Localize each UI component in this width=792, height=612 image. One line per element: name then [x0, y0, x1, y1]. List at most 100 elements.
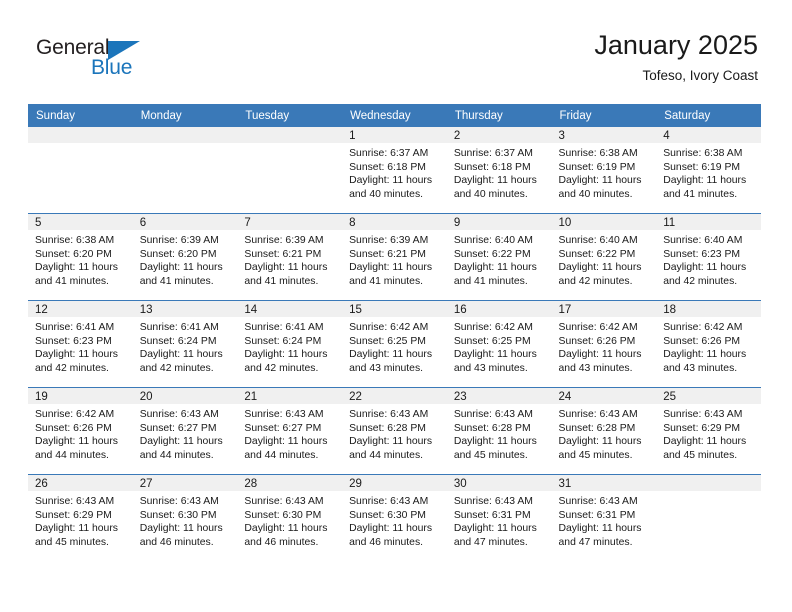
- calendar-day-cell[interactable]: 20 Sunrise: 6:43 AM Sunset: 6:27 PM Dayligh…: [132, 387, 238, 475]
- sunset-text: Sunset: 6:20 PM: [139, 248, 217, 260]
- daylight-text-line2: and 46 minutes.: [139, 536, 214, 548]
- sunset-text: Sunset: 6:28 PM: [453, 422, 531, 434]
- sunset-text: Sunset: 6:19 PM: [663, 161, 741, 173]
- day-number: 27: [132, 475, 238, 491]
- sunrise-text: Sunrise: 6:43 AM: [35, 496, 115, 507]
- sunset-text: Sunset: 6:31 PM: [558, 509, 636, 521]
- calendar-day-cell[interactable]: 30 Sunrise: 6:43 AM Sunset: 6:31 PM Dayligh…: [446, 474, 552, 561]
- daylight-text-line2: and 42 minutes.: [139, 362, 214, 374]
- daylight-text-line1: Daylight: 11 hours: [663, 262, 747, 274]
- sunrise-text: Sunrise: 6:43 AM: [558, 496, 638, 507]
- calendar-day-cell[interactable]: 26 Sunrise: 6:43 AM Sunset: 6:29 PM Dayligh…: [28, 474, 133, 561]
- sunrise-text: Sunrise: 6:42 AM: [663, 322, 743, 333]
- day-number: 21: [237, 388, 343, 404]
- day-details: Sunrise: 6:38 AM Sunset: 6:19 PM Daylight:…: [552, 143, 657, 201]
- calendar-day-cell[interactable]: 9 Sunrise: 6:40 AM Sunset: 6:22 PM Daylight…: [446, 213, 552, 301]
- sunset-text: Sunset: 6:30 PM: [139, 509, 217, 521]
- calendar-day-cell[interactable]: 2 Sunrise: 6:37 AM Sunset: 6:18 PM Daylight…: [446, 127, 552, 214]
- calendar-day-cell[interactable]: 4 Sunrise: 6:38 AM Sunset: 6:19 PM Daylight…: [656, 127, 761, 214]
- calendar-day-cell[interactable]: 16 Sunrise: 6:42 AM Sunset: 6:25 PM Dayligh…: [446, 300, 552, 388]
- calendar-day-cell[interactable]: 27 Sunrise: 6:43 AM Sunset: 6:30 PM Dayligh…: [132, 474, 238, 561]
- calendar-day-cell[interactable]: 31 Sunrise: 6:43 AM Sunset: 6:31 PM Dayligh…: [551, 474, 657, 561]
- day-details: Sunrise: 6:43 AM Sunset: 6:27 PM Daylight:…: [237, 404, 342, 462]
- day-number: 23: [446, 388, 552, 404]
- day-details: Sunrise: 6:43 AM Sunset: 6:29 PM Daylight:…: [28, 491, 133, 549]
- calendar-day-cell[interactable]: 1 Sunrise: 6:37 AM Sunset: 6:18 PM Daylight…: [342, 127, 447, 214]
- daylight-text-line2: and 41 minutes.: [139, 275, 214, 287]
- sunrise-text: Sunrise: 6:42 AM: [453, 322, 533, 333]
- sunrise-text: Sunrise: 6:43 AM: [349, 409, 429, 420]
- daylight-text-line1: Daylight: 11 hours: [349, 523, 433, 535]
- day-number: 6: [132, 214, 238, 230]
- sunrise-text: Sunrise: 6:39 AM: [244, 235, 324, 246]
- calendar-day-cell[interactable]: 13 Sunrise: 6:41 AM Sunset: 6:24 PM Dayligh…: [132, 300, 238, 388]
- calendar-day-cell[interactable]: 10 Sunrise: 6:40 AM Sunset: 6:22 PM Dayligh…: [551, 213, 657, 301]
- daylight-text-line2: and 42 minutes.: [35, 362, 109, 374]
- daylight-text-line2: and 41 minutes.: [244, 275, 319, 287]
- calendar-day-cell[interactable]: 7 Sunrise: 6:39 AM Sunset: 6:21 PM Daylight…: [237, 213, 343, 301]
- daylight-text-line1: Daylight: 11 hours: [139, 262, 223, 274]
- calendar-day-cell[interactable]: 17 Sunrise: 6:42 AM Sunset: 6:26 PM Dayligh…: [551, 300, 657, 388]
- day-number: 1: [342, 127, 447, 143]
- calendar-day-cell[interactable]: 3 Sunrise: 6:38 AM Sunset: 6:19 PM Daylight…: [551, 127, 657, 214]
- calendar-day-cell[interactable]: 11 Sunrise: 6:40 AM Sunset: 6:23 PM Dayligh…: [656, 213, 761, 301]
- sunrise-text: Sunrise: 6:41 AM: [35, 322, 115, 333]
- sunset-text: Sunset: 6:30 PM: [349, 509, 426, 521]
- day-number: 14: [237, 301, 343, 317]
- sunset-text: Sunset: 6:24 PM: [139, 335, 217, 347]
- sunset-text: Sunset: 6:26 PM: [35, 422, 112, 434]
- calendar-day-cell[interactable]: 18 Sunrise: 6:42 AM Sunset: 6:26 PM Dayligh…: [656, 300, 761, 388]
- daylight-text-line1: Daylight: 11 hours: [349, 436, 433, 448]
- calendar-week-row: 12 Sunrise: 6:41 AM Sunset: 6:23 PM Dayligh…: [28, 300, 761, 388]
- calendar-body: 1 Sunrise: 6:37 AM Sunset: 6:18 PM Daylight…: [28, 127, 761, 561]
- daylight-text-line2: and 41 minutes.: [453, 275, 528, 287]
- calendar-day-cell[interactable]: 8 Sunrise: 6:39 AM Sunset: 6:21 PM Daylight…: [342, 213, 447, 301]
- sunrise-text: Sunrise: 6:43 AM: [139, 496, 219, 507]
- sunrise-text: Sunrise: 6:37 AM: [453, 148, 533, 159]
- daylight-text-line1: Daylight: 11 hours: [453, 175, 537, 187]
- day-number: 4: [656, 127, 761, 143]
- day-details: Sunrise: 6:38 AM Sunset: 6:19 PM Daylight:…: [656, 143, 761, 201]
- calendar-day-cell-empty: [237, 127, 343, 214]
- calendar-day-cell[interactable]: 25 Sunrise: 6:43 AM Sunset: 6:29 PM Dayligh…: [656, 387, 761, 475]
- day-number: 26: [28, 475, 133, 491]
- weekday-header-saturday: Saturday: [656, 104, 761, 127]
- day-number: 17: [551, 301, 657, 317]
- weekday-header-friday: Friday: [551, 104, 657, 127]
- calendar-day-cell[interactable]: 5 Sunrise: 6:38 AM Sunset: 6:20 PM Daylight…: [28, 213, 133, 301]
- sunrise-text: Sunrise: 6:43 AM: [663, 409, 743, 420]
- day-details: Sunrise: 6:42 AM Sunset: 6:25 PM Daylight:…: [342, 317, 447, 375]
- daylight-text-line1: Daylight: 11 hours: [139, 349, 223, 361]
- calendar-day-cell[interactable]: 15 Sunrise: 6:42 AM Sunset: 6:25 PM Dayligh…: [342, 300, 447, 388]
- day-details: Sunrise: 6:40 AM Sunset: 6:22 PM Daylight:…: [447, 230, 552, 288]
- calendar-day-cell[interactable]: 23 Sunrise: 6:43 AM Sunset: 6:28 PM Dayligh…: [446, 387, 552, 475]
- calendar-day-cell[interactable]: 21 Sunrise: 6:43 AM Sunset: 6:27 PM Dayligh…: [237, 387, 343, 475]
- daylight-text-line1: Daylight: 11 hours: [453, 523, 537, 535]
- daylight-text-line2: and 46 minutes.: [349, 536, 424, 548]
- calendar-day-cell[interactable]: 22 Sunrise: 6:43 AM Sunset: 6:28 PM Dayligh…: [342, 387, 447, 475]
- calendar-day-cell[interactable]: 14 Sunrise: 6:41 AM Sunset: 6:24 PM Dayligh…: [237, 300, 343, 388]
- daylight-text-line1: Daylight: 11 hours: [35, 436, 118, 448]
- calendar-day-cell[interactable]: 19 Sunrise: 6:42 AM Sunset: 6:26 PM Dayligh…: [28, 387, 133, 475]
- daylight-text-line1: Daylight: 11 hours: [558, 436, 642, 448]
- day-number: 12: [28, 301, 133, 317]
- day-number: 31: [551, 475, 657, 491]
- daylight-text-line1: Daylight: 11 hours: [453, 349, 537, 361]
- day-details: Sunrise: 6:40 AM Sunset: 6:23 PM Daylight:…: [656, 230, 761, 288]
- sunset-text: Sunset: 6:19 PM: [558, 161, 636, 173]
- calendar-day-cell[interactable]: 6 Sunrise: 6:39 AM Sunset: 6:20 PM Daylight…: [132, 213, 238, 301]
- calendar-day-cell[interactable]: 28 Sunrise: 6:43 AM Sunset: 6:30 PM Dayligh…: [237, 474, 343, 561]
- day-details: Sunrise: 6:43 AM Sunset: 6:29 PM Daylight:…: [656, 404, 761, 462]
- calendar-day-cell[interactable]: 12 Sunrise: 6:41 AM Sunset: 6:23 PM Dayligh…: [28, 300, 133, 388]
- daylight-text-line2: and 41 minutes.: [663, 188, 738, 200]
- daylight-text-line1: Daylight: 11 hours: [244, 262, 328, 274]
- calendar-day-cell[interactable]: 29 Sunrise: 6:43 AM Sunset: 6:30 PM Dayligh…: [342, 474, 447, 561]
- daylight-text-line1: Daylight: 11 hours: [349, 262, 433, 274]
- calendar-day-cell[interactable]: 24 Sunrise: 6:43 AM Sunset: 6:28 PM Dayligh…: [551, 387, 657, 475]
- day-number: 30: [446, 475, 552, 491]
- sunrise-text: Sunrise: 6:42 AM: [35, 409, 115, 420]
- day-number: [656, 475, 761, 491]
- daylight-text-line1: Daylight: 11 hours: [139, 523, 223, 535]
- daylight-text-line2: and 40 minutes.: [349, 188, 424, 200]
- day-number: 15: [342, 301, 447, 317]
